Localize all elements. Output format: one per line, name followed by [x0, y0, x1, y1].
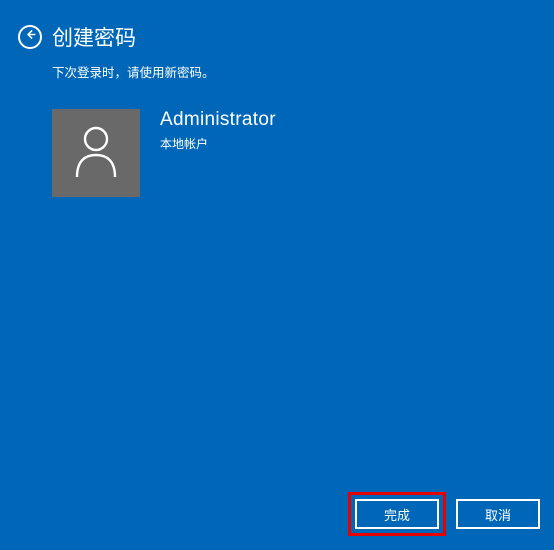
page-subtitle: 下次登录时，请使用新密码。 — [0, 62, 554, 81]
arrow-left-icon — [24, 28, 37, 46]
page-title: 创建密码 — [52, 22, 136, 52]
account-name: Administrator — [160, 109, 276, 131]
account-type: 本地帐户 — [160, 135, 276, 152]
back-button[interactable] — [18, 25, 42, 49]
user-icon — [71, 123, 121, 183]
avatar — [52, 109, 140, 197]
finish-button[interactable]: 完成 — [355, 499, 439, 529]
cancel-button[interactable]: 取消 — [456, 499, 540, 529]
account-section: Administrator 本地帐户 — [0, 109, 554, 197]
highlight-annotation: 完成 — [348, 492, 446, 536]
